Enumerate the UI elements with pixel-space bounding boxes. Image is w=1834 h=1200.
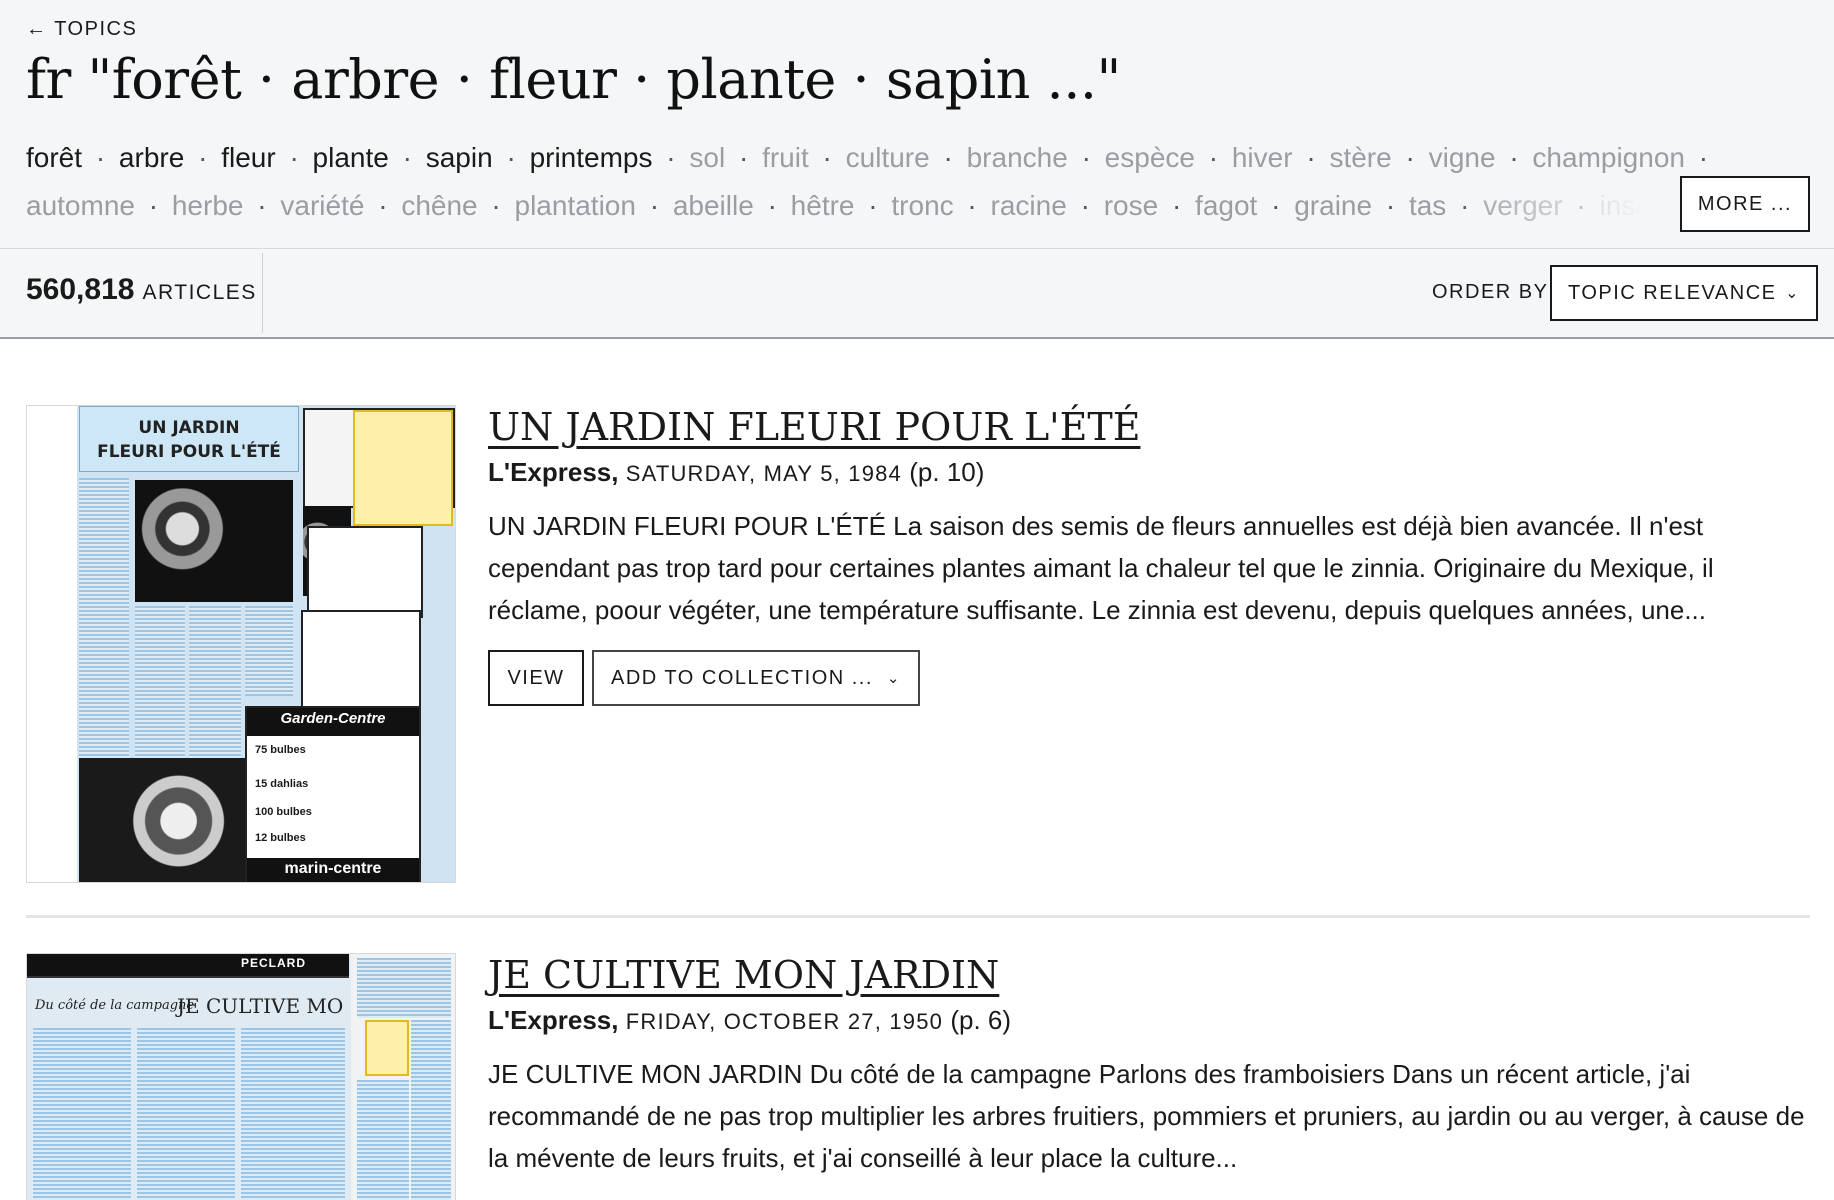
topic-word[interactable]: culture — [846, 142, 930, 173]
order-by-select[interactable]: TOPIC RELEVANCE ⌄ — [1550, 265, 1818, 321]
word-separator: · — [1081, 142, 1091, 173]
article-excerpt: UN JARDIN FLEURI POUR L'ÉTÉ La saison de… — [488, 511, 1714, 625]
word-separator: · — [1698, 142, 1709, 173]
topic-word[interactable]: plantation — [515, 190, 636, 221]
word-separator: · — [738, 142, 749, 173]
word-separator: · — [666, 142, 676, 173]
article-item: PECLARD Du côté de la campagne JE CULTIV… — [26, 953, 1810, 1200]
word-separator: · — [967, 190, 977, 221]
word-separator: · — [1385, 190, 1396, 221]
add-to-collection-button[interactable]: ADD TO COLLECTION ... ⌄ — [592, 650, 920, 706]
highlighted-article — [353, 410, 453, 526]
results-toolbar: 560,818 ARTICLES ORDER BY TOPIC RELEVANC… — [0, 249, 1834, 339]
order-by-value: TOPIC RELEVANCE — [1568, 281, 1777, 304]
chevron-down-icon: ⌄ — [886, 670, 901, 687]
word-separator: · — [1306, 142, 1316, 173]
topic-word[interactable]: vigne — [1429, 142, 1496, 173]
topic-word[interactable]: printemps — [530, 142, 653, 173]
view-button[interactable]: VIEW — [488, 650, 584, 706]
word-separator: · — [1405, 142, 1415, 173]
word-separator: · — [943, 142, 953, 173]
topic-word[interactable]: espèce — [1105, 142, 1195, 173]
topic-word[interactable]: variété — [280, 190, 364, 221]
topic-word[interactable]: stère — [1329, 142, 1391, 173]
article-page: (p. 6) — [950, 1005, 1012, 1035]
word-separator: · — [649, 190, 660, 221]
word-separator: · — [506, 142, 516, 173]
thumbnail-ad: Garden-Centre 75 bulbes 15 dahlias 100 b… — [245, 706, 421, 882]
article-title-link[interactable]: JE CULTIVE MON JARDIN — [488, 953, 999, 997]
article-thumbnail[interactable]: UN JARDIN FLEURI POUR L'ÉTÉ Garden-Centr… — [26, 405, 456, 883]
topic-word[interactable]: hiver — [1232, 142, 1293, 173]
topic-word[interactable]: arbre — [119, 142, 184, 173]
word-separator: · — [1271, 190, 1281, 221]
topic-header: ← TOPICS fr "forêt · arbre · fleur · pla… — [0, 0, 1834, 249]
article-count-number: 560,818 — [26, 273, 135, 306]
more-words-button[interactable]: MORE ... — [1680, 176, 1810, 232]
thumbnail-heading: UN JARDIN FLEURI POUR L'ÉTÉ — [97, 418, 281, 462]
topic-word[interactable]: abeille — [673, 190, 754, 221]
word-separator: · — [257, 190, 267, 221]
article-excerpt: JE CULTIVE MON JARDIN Du côté de la camp… — [488, 1059, 1805, 1173]
topic-word[interactable]: branche — [967, 142, 1068, 173]
word-separator: · — [289, 142, 299, 173]
chevron-down-icon: ⌄ — [1785, 285, 1800, 302]
article-page: (p. 10) — [909, 457, 985, 487]
word-separator: · — [491, 190, 501, 221]
topic-word[interactable]: rose — [1104, 190, 1158, 221]
topic-word[interactable]: fagot — [1195, 190, 1257, 221]
topic-word[interactable]: plante — [313, 142, 389, 173]
word-separator: · — [198, 142, 208, 173]
flower-photo — [135, 480, 293, 602]
newspaper-name: L'Express, — [488, 1005, 619, 1035]
article-count: 560,818 ARTICLES — [26, 273, 257, 313]
article-count-label: ARTICLES — [142, 281, 257, 304]
topic-word[interactable]: hêtre — [791, 190, 855, 221]
newspaper-name: L'Express, — [488, 457, 619, 487]
article-meta: L'Express, FRIDAY, OCTOBER 27, 1950 (p. … — [488, 1005, 1011, 1036]
word-separator: · — [1509, 142, 1519, 173]
topic-word[interactable]: forêt — [26, 142, 82, 173]
add-to-collection-label: ADD TO COLLECTION ... — [611, 666, 873, 689]
topic-word[interactable]: automne — [26, 190, 135, 221]
topic-word[interactable]: fleur — [221, 142, 275, 173]
back-to-topics-link[interactable]: ← TOPICS — [26, 18, 137, 41]
topic-word[interactable]: fruit — [762, 142, 809, 173]
topic-word[interactable]: graine — [1294, 190, 1372, 221]
topic-word[interactable]: racine — [991, 190, 1067, 221]
topic-word[interactable]: sapin — [426, 142, 493, 173]
thumbnail-heading: JE CULTIVE MO — [177, 994, 344, 1018]
word-separator: · — [868, 190, 878, 221]
topic-word[interactable]: champignon — [1532, 142, 1685, 173]
topic-title: fr "forêt · arbre · fleur · plante · sap… — [26, 48, 1121, 111]
topic-word[interactable]: herbe — [172, 190, 244, 221]
topic-word[interactable]: tas — [1409, 190, 1446, 221]
word-separator: · — [767, 190, 777, 221]
word-separator: · — [378, 190, 388, 221]
topic-word[interactable]: chêne — [401, 190, 477, 221]
word-separator: · — [402, 142, 412, 173]
order-by-label: ORDER BY — [1432, 281, 1549, 303]
article-meta: L'Express, SATURDAY, MAY 5, 1984 (p. 10) — [488, 457, 984, 488]
article-title-link[interactable]: UN JARDIN FLEURI POUR L'ÉTÉ — [488, 405, 1140, 449]
word-separator: · — [822, 142, 832, 173]
article-thumbnail[interactable]: PECLARD Du côté de la campagne JE CULTIV… — [26, 953, 456, 1200]
article-date: FRIDAY, OCTOBER 27, 1950 — [625, 1009, 944, 1034]
word-separator: · — [1171, 190, 1182, 221]
topic-word[interactable]: tronc — [891, 190, 953, 221]
article-divider — [26, 915, 1810, 918]
word-separator: · — [1080, 190, 1090, 221]
highlighted-article — [365, 1020, 409, 1076]
toolbar-divider — [262, 253, 263, 333]
topic-word[interactable]: sol — [689, 142, 725, 173]
word-separator: · — [1208, 142, 1219, 173]
flower-photo — [79, 758, 245, 882]
word-list-fade — [1450, 184, 1680, 234]
thumbnail-kicker: Du côté de la campagne — [35, 998, 195, 1013]
article-actions: VIEW ADD TO COLLECTION ... ⌄ — [488, 650, 920, 706]
article-item: UN JARDIN FLEURI POUR L'ÉTÉ Garden-Centr… — [26, 405, 1810, 885]
word-separator: · — [148, 190, 159, 221]
word-separator: · — [95, 142, 106, 173]
article-date: SATURDAY, MAY 5, 1984 — [625, 461, 902, 486]
